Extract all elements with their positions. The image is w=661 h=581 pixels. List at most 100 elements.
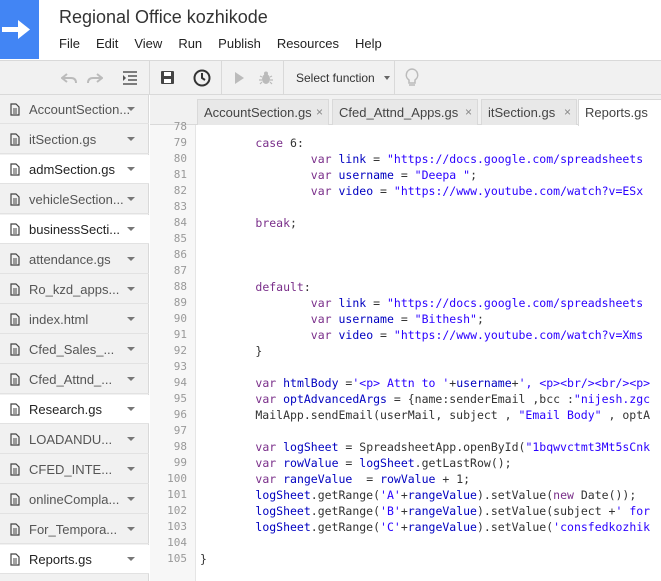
code-line[interactable]: var optAdvancedArgs = {name:senderEmail … (200, 392, 650, 406)
sidebar-file-item[interactable]: Ro_kzd_apps... (0, 275, 149, 304)
code-line[interactable]: } (200, 344, 262, 358)
chevron-down-icon[interactable] (127, 137, 135, 141)
sidebar-file-item[interactable]: For_Tempora... (0, 515, 149, 544)
file-name: LOADANDU... (29, 432, 113, 447)
file-icon (10, 283, 20, 296)
chevron-down-icon[interactable] (127, 377, 135, 381)
code-line[interactable]: var link = "https://docs.google.com/spre… (200, 152, 643, 166)
code-line[interactable]: var logSheet = SpreadsheetApp.openById("… (200, 440, 650, 454)
chevron-down-icon[interactable] (127, 407, 135, 411)
apps-script-logo[interactable] (0, 0, 39, 59)
chevron-down-icon (383, 75, 390, 80)
code-line[interactable]: var video = "https://www.youtube.com/wat… (200, 328, 643, 342)
line-number: 91 (173, 328, 187, 341)
code-line[interactable]: } (200, 552, 207, 566)
editor-tab[interactable]: Cfed_Attnd_Apps.gs × (332, 99, 478, 125)
code-line[interactable]: MailApp.sendEmail(userMail, subject , "E… (200, 408, 650, 422)
menu-publish[interactable]: Publish (218, 36, 261, 51)
line-number: 94 (173, 376, 187, 389)
file-name: vehicleSection... (29, 192, 124, 207)
redo-button[interactable] (84, 61, 106, 94)
code-line[interactable]: var username = "Deepa "; (200, 168, 477, 182)
line-number: 98 (173, 440, 187, 453)
menu-resources[interactable]: Resources (277, 36, 339, 51)
line-number: 86 (173, 248, 187, 261)
app-header: Regional Office kozhikode File Edit View… (0, 0, 661, 60)
sidebar-file-item[interactable]: Cfed_Sales_... (0, 335, 149, 364)
lightbulb-button[interactable] (400, 61, 424, 94)
code-line[interactable]: logSheet.getRange('A'+rangeValue).setVal… (200, 488, 636, 502)
sidebar-file-item[interactable]: vehicleSection... (0, 185, 149, 214)
chevron-down-icon[interactable] (127, 107, 135, 111)
menu-help[interactable]: Help (355, 36, 382, 51)
save-icon (160, 71, 174, 84)
chevron-down-icon[interactable] (127, 437, 135, 441)
menu-run[interactable]: Run (178, 36, 202, 51)
sidebar-file-item[interactable]: Reports.gs (0, 545, 149, 574)
sidebar-file-item[interactable]: CFED_INTE... (0, 455, 149, 484)
close-icon[interactable]: × (564, 105, 571, 119)
file-icon (10, 223, 20, 236)
sidebar-file-item[interactable]: AccountSection... (0, 95, 149, 124)
code-line[interactable]: var username = "Bithesh"; (200, 312, 484, 326)
chevron-down-icon[interactable] (127, 227, 135, 231)
undo-button[interactable] (58, 61, 80, 94)
file-name: attendance.gs (29, 252, 111, 267)
tab-label: Reports.gs (585, 105, 648, 120)
code-line[interactable]: var rangeValue = rowValue + 1; (200, 472, 470, 486)
code-line[interactable]: var video = "https://www.youtube.com/wat… (200, 184, 643, 198)
chevron-down-icon[interactable] (127, 287, 135, 291)
sidebar-file-item[interactable]: Cfed_Attnd_... (0, 365, 149, 394)
project-title[interactable]: Regional Office kozhikode (59, 7, 268, 28)
code-line[interactable]: logSheet.getRange('C'+rangeValue).setVal… (200, 520, 650, 534)
chevron-down-icon[interactable] (127, 557, 135, 561)
indent-button[interactable] (118, 61, 142, 94)
editor-tab[interactable]: AccountSection.gs × (197, 99, 329, 125)
file-icon (10, 403, 20, 416)
file-icon (10, 493, 20, 506)
code-line[interactable]: var rowValue = logSheet.getLastRow(); (200, 456, 511, 470)
line-number: 103 (167, 520, 187, 533)
code-line[interactable]: default: (200, 280, 310, 294)
chevron-down-icon[interactable] (127, 167, 135, 171)
chevron-down-icon[interactable] (127, 257, 135, 261)
code-line[interactable]: logSheet.getRange('B'+rangeValue).setVal… (200, 504, 650, 518)
debug-button[interactable] (255, 61, 277, 94)
close-icon[interactable]: × (465, 105, 472, 119)
file-icon (10, 433, 20, 446)
line-number: 95 (173, 392, 187, 405)
menu-file[interactable]: File (59, 36, 80, 51)
chevron-down-icon[interactable] (127, 527, 135, 531)
chevron-down-icon[interactable] (127, 347, 135, 351)
menu-edit[interactable]: Edit (96, 36, 118, 51)
sidebar-file-item[interactable]: index.html (0, 305, 149, 334)
code-line[interactable]: break; (200, 216, 297, 230)
chevron-down-icon[interactable] (127, 467, 135, 471)
editor-tab[interactable]: itSection.gs × (481, 99, 577, 125)
sidebar-file-item[interactable]: onlineCompla... (0, 485, 149, 514)
code-line[interactable]: case 6: (200, 136, 303, 150)
file-icon (10, 553, 20, 566)
save-button[interactable] (155, 61, 179, 94)
sidebar-file-item[interactable]: LOADANDU... (0, 425, 149, 454)
sidebar-file-item[interactable]: Research.gs (0, 395, 149, 424)
sidebar-file-item[interactable]: admSection.gs (0, 155, 149, 184)
run-button[interactable] (228, 61, 250, 94)
chevron-down-icon[interactable] (127, 497, 135, 501)
triggers-button[interactable] (190, 61, 214, 94)
lightbulb-icon (405, 67, 419, 86)
file-icon (10, 313, 20, 326)
chevron-down-icon[interactable] (127, 197, 135, 201)
editor-tab[interactable]: Reports.gs× (578, 99, 661, 126)
menu-view[interactable]: View (134, 36, 162, 51)
sidebar-file-item[interactable]: itSection.gs (0, 125, 149, 154)
file-icon (10, 253, 20, 266)
line-number: 92 (173, 344, 187, 357)
sidebar-file-item[interactable]: businessSecti... (0, 215, 149, 244)
select-function-dropdown[interactable]: Select function (289, 61, 390, 94)
chevron-down-icon[interactable] (127, 317, 135, 321)
code-line[interactable]: var htmlBody ='<p> Attn to '+username+',… (200, 376, 650, 390)
code-line[interactable]: var link = "https://docs.google.com/spre… (200, 296, 643, 310)
close-icon[interactable]: × (316, 105, 323, 119)
sidebar-file-item[interactable]: attendance.gs (0, 245, 149, 274)
